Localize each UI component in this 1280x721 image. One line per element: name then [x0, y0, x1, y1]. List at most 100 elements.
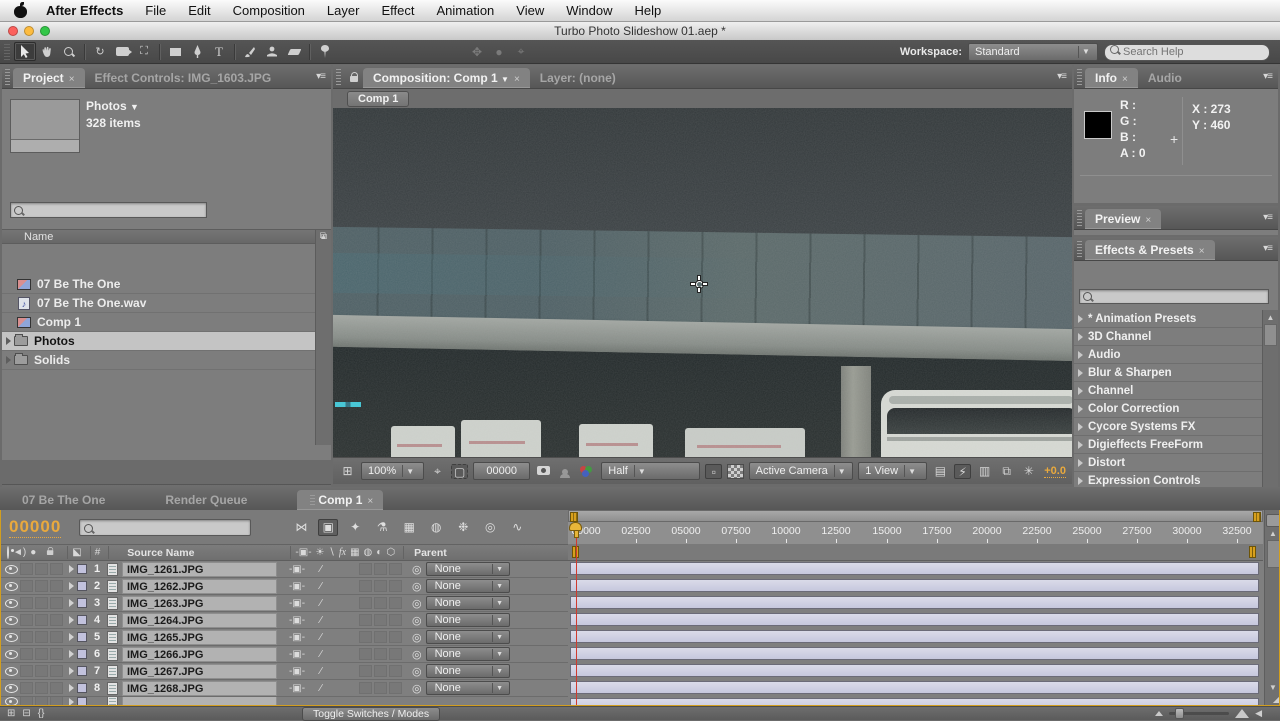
eye-icon[interactable]	[5, 599, 18, 608]
fx-category-distort[interactable]: Distort	[1074, 454, 1263, 472]
fx-category-3d-channel[interactable]: 3D Channel	[1074, 328, 1263, 346]
disclosure-triangle-icon[interactable]	[1078, 387, 1083, 395]
zoom-in-mountain-icon[interactable]	[1235, 709, 1249, 718]
expand-transfer-controls-icon[interactable]: ⊟	[22, 708, 30, 719]
rotation-tool[interactable]: ↻	[89, 42, 111, 61]
panel-menu-icon[interactable]: ▾≡	[1257, 243, 1278, 254]
rectangle-tool[interactable]	[164, 42, 186, 61]
tab-comp-1[interactable]: Comp 1×	[297, 490, 383, 510]
frame-blending-icon[interactable]: ▦	[399, 519, 419, 536]
layer-bar-7[interactable]	[570, 663, 1259, 680]
menu-composition[interactable]: Composition	[222, 0, 316, 22]
effect-switch-icon[interactable]: ∖	[329, 547, 335, 558]
solo-column-icon[interactable]: ●	[30, 547, 36, 558]
panel-menu-icon[interactable]: ▾≡	[1257, 71, 1278, 82]
tab-render-queue[interactable]: Render Queue	[155, 490, 257, 510]
pick-whip-icon[interactable]: ◎	[412, 563, 422, 576]
panel-grip[interactable]	[1077, 241, 1082, 257]
disclosure-triangle-icon[interactable]	[1078, 351, 1083, 359]
audio-column-icon[interactable]: ◄)	[13, 547, 26, 558]
number-column-header[interactable]: #	[95, 547, 101, 558]
eye-icon[interactable]	[5, 667, 18, 676]
tab-composition-comp-1[interactable]: Composition: Comp 1 ▼×	[363, 68, 530, 88]
fx-category-animation-presets[interactable]: * Animation Presets	[1074, 310, 1263, 328]
scroll-up-icon[interactable]: ▲	[1265, 529, 1280, 538]
project-item-07-be-the-one-wav[interactable]: ♪ 07 Be The One.wav	[2, 294, 316, 313]
3d-switch-icon[interactable]: ⬡	[386, 547, 395, 558]
panel-resize-grip[interactable]: ◢	[1273, 695, 1279, 704]
project-name-column-header[interactable]: Name	[2, 229, 331, 244]
shy-toggle[interactable]: -▣-	[285, 632, 309, 643]
tab-07-be-the-one[interactable]: 07 Be The One	[12, 490, 115, 510]
eraser-tool[interactable]	[283, 42, 305, 61]
project-scrollbar[interactable]: ▲	[315, 230, 331, 445]
tab-effect-controls[interactable]: Effect Controls: IMG_1603.JPG	[85, 68, 282, 88]
zoom-out-mountain-icon[interactable]	[1155, 711, 1163, 716]
layer-row-8[interactable]: 8 IMG_1268.JPG -▣- ∕ ◎ None▼	[1, 680, 568, 697]
panel-grip[interactable]	[1077, 69, 1082, 85]
safe-zones-icon[interactable]: ⌖	[429, 464, 446, 479]
minimize-window-button[interactable]	[24, 26, 34, 36]
quality-toggle[interactable]: ∕	[309, 564, 333, 575]
tab-audio[interactable]: Audio	[1138, 68, 1192, 88]
disclosure-triangle-icon[interactable]	[6, 356, 11, 364]
project-item-07-be-the-one[interactable]: 07 Be The One	[2, 275, 316, 294]
scroll-down-icon[interactable]: ▼	[1265, 683, 1280, 692]
eye-icon[interactable]	[5, 684, 18, 693]
tab-effects-presets[interactable]: Effects & Presets×	[1085, 240, 1215, 260]
close-icon[interactable]: ×	[1122, 74, 1128, 85]
help-search-input[interactable]	[1104, 44, 1270, 61]
tab-layer-none[interactable]: Layer: (none)	[530, 68, 626, 88]
menu-window[interactable]: Window	[555, 0, 623, 22]
comp-1-viewer-tab[interactable]: Comp 1	[347, 91, 409, 107]
pixel-aspect-icon[interactable]: ▤	[932, 464, 949, 478]
eye-icon[interactable]	[5, 650, 18, 659]
pick-whip-icon[interactable]: ◎	[412, 682, 422, 695]
lock-icon[interactable]	[350, 72, 359, 82]
menu-edit[interactable]: Edit	[177, 0, 221, 22]
label-color-swatch[interactable]	[77, 666, 87, 676]
target-region-icon[interactable]: ▫	[705, 464, 722, 479]
quality-toggle[interactable]: ∕	[309, 615, 333, 626]
panel-grip[interactable]	[1077, 210, 1082, 226]
quality-switch-icon[interactable]: ☀	[316, 547, 325, 558]
clone-stamp-tool[interactable]	[261, 42, 283, 61]
resolution-dropdown[interactable]: Half▼	[601, 462, 700, 480]
shy-toggle[interactable]: -▣-	[285, 666, 309, 677]
label-color-swatch[interactable]	[77, 649, 87, 659]
project-flowchart-icon[interactable]: ⧉	[317, 231, 330, 244]
snapshot-camera-icon[interactable]	[535, 464, 552, 478]
type-tool[interactable]: T	[208, 42, 230, 61]
expand-in-out-panes-icon[interactable]: {}	[38, 708, 45, 719]
panel-menu-icon[interactable]: ▾≡	[1257, 212, 1278, 223]
label-color-swatch[interactable]	[77, 683, 87, 693]
parent-dropdown[interactable]: None▼	[426, 579, 510, 593]
comp-flowchart-icon[interactable]: ⧉	[998, 464, 1015, 479]
comp-mini-flowchart-icon[interactable]: ⋈	[291, 519, 311, 536]
layer-bar-8[interactable]	[570, 680, 1259, 697]
layer-disclosure-icon[interactable]	[69, 633, 74, 641]
close-icon[interactable]: ×	[1199, 246, 1205, 257]
composition-viewer[interactable]	[333, 108, 1072, 457]
brainstorm-icon[interactable]: ❉	[453, 519, 473, 536]
layer-row-2[interactable]: 2 IMG_1262.JPG -▣- ∕ ◎ None▼	[1, 578, 568, 595]
close-icon[interactable]: ×	[514, 74, 520, 85]
parent-column-header[interactable]: Parent	[414, 547, 447, 559]
timeline-search-input[interactable]	[79, 519, 251, 536]
project-item-photos[interactable]: Photos	[2, 332, 316, 351]
menu-after-effects[interactable]: After Effects	[35, 0, 134, 22]
zoom-window-button[interactable]	[40, 26, 50, 36]
timeline-button-icon[interactable]: ▥	[976, 464, 993, 478]
layer-bar-4[interactable]	[570, 612, 1259, 629]
quality-toggle[interactable]: ∕	[309, 649, 333, 660]
project-search-input[interactable]	[10, 202, 207, 218]
layer-row-9-partial[interactable]	[1, 697, 568, 706]
transparency-grid-icon[interactable]	[727, 464, 743, 479]
fx-category-channel[interactable]: Channel	[1074, 382, 1263, 400]
eye-icon[interactable]	[5, 616, 18, 625]
panel-menu-icon[interactable]: ▾≡	[1051, 71, 1072, 82]
work-area-end-bracket[interactable]	[1249, 546, 1256, 558]
parent-dropdown[interactable]: None▼	[426, 647, 510, 661]
parent-dropdown[interactable]: None▼	[426, 613, 510, 627]
fx-category-color-correction[interactable]: Color Correction	[1074, 400, 1263, 418]
